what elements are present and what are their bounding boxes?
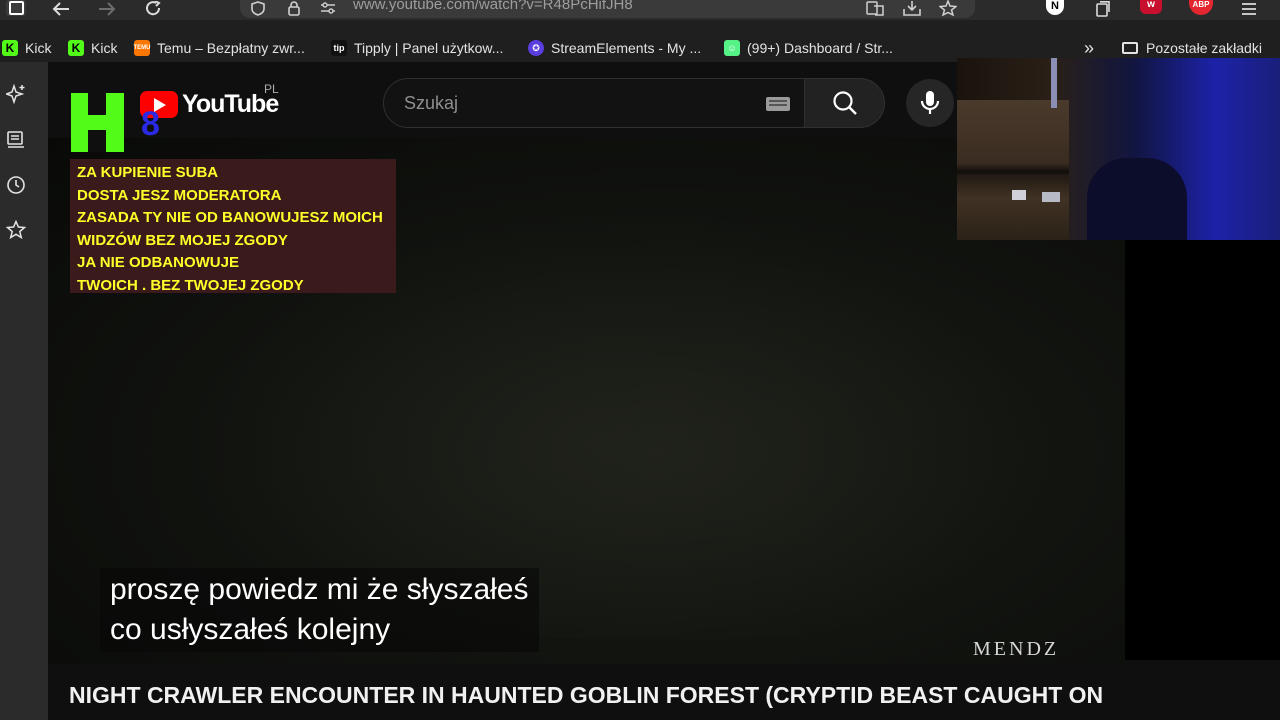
url-text[interactable]: www.youtube.com/watch?v=R48PcHifJH8 (353, 0, 633, 13)
bookmark-kick-2[interactable]: K Kick (68, 36, 117, 60)
bookmark-label: StreamElements - My ... (551, 40, 702, 56)
other-bookmarks-label: Pozostałe zakładki (1146, 40, 1262, 56)
voice-search-button[interactable] (906, 79, 954, 127)
overlay-text-line: TWOICH . BEZ TWOJEJ ZGODY (77, 276, 304, 294)
kick-logo-overlay: 8 (71, 93, 171, 155)
bookmark-tipply[interactable]: tip Tipply | Panel użytkow... (331, 36, 503, 60)
reader-icon[interactable] (6, 130, 26, 150)
reload-button[interactable] (142, 0, 164, 18)
kick-logo-icon (71, 93, 124, 152)
discord-icon: ☺ (724, 40, 740, 56)
video-watermark: MENDZ (973, 638, 1060, 660)
temu-icon: TEMU (134, 40, 151, 56)
forward-button[interactable] (96, 0, 118, 18)
search-box (383, 78, 805, 128)
shield-icon[interactable] (248, 0, 268, 16)
bookmark-label: Kick (91, 40, 118, 56)
bookmark-kick[interactable]: K Kick (2, 36, 51, 60)
country-code: PL (264, 82, 279, 96)
folder-icon (1122, 42, 1138, 54)
kick-icon: K (2, 40, 18, 56)
subtitle-line: co usłyszałeś kolejny (110, 613, 391, 646)
sidebar-toggle-button[interactable] (6, 0, 26, 16)
webcam-feed (957, 58, 1280, 240)
search-input[interactable] (404, 79, 744, 127)
browser-toolbar: www.youtube.com/watch?v=R48PcHifJH8 N w … (0, 0, 1280, 20)
keyboard-icon[interactable] (766, 97, 790, 111)
back-button[interactable] (50, 0, 72, 18)
bookmark-label: (99+) Dashboard / Str... (747, 40, 893, 56)
arrow-right-icon (99, 2, 116, 16)
bookmark-discord-dashboard[interactable]: ☺ (99+) Dashboard / Str... (724, 36, 893, 60)
webcam-chair (1087, 158, 1187, 240)
notion-extension-icon[interactable]: N (1046, 0, 1064, 15)
subtitles: proszę powiedz mi że słyszałeś co usłysz… (100, 568, 539, 652)
site-settings-icon[interactable] (318, 0, 338, 16)
overlay-dark-panel (1125, 240, 1280, 660)
webcam-lamp (1051, 58, 1057, 108)
star-icon[interactable] (938, 0, 958, 16)
tipply-icon: tip (331, 40, 347, 56)
reload-icon (146, 1, 161, 16)
tab-manager-icon[interactable] (1092, 0, 1114, 18)
subtitle-line: proszę powiedz mi że słyszałeś (110, 573, 529, 606)
webcam-shelf (957, 100, 1069, 240)
kick-icon: K (68, 40, 84, 56)
bookmarks-star-icon[interactable] (6, 220, 26, 240)
sparkle-icon[interactable] (6, 84, 26, 104)
overlay-text-line: JA NIE ODBANOWUJE (77, 254, 239, 271)
youtube-header: YouTube PL (48, 62, 958, 138)
bookmark-streamelements[interactable]: ✪ StreamElements - My ... (528, 36, 701, 60)
microphone-icon (920, 91, 940, 114)
history-icon[interactable] (6, 175, 26, 195)
search-button[interactable] (805, 78, 885, 128)
overlay-text-line: DOSTA JESZ MODERATORA (77, 186, 282, 204)
download-icon[interactable] (902, 0, 922, 16)
bookmark-label: Temu – Bezpłatny zwr... (157, 40, 305, 56)
browser-side-panel (0, 62, 48, 720)
overlay-text-line: ZASADA TY NIE OD BANOWUJESZ MOICH (77, 209, 383, 226)
video-title: NIGHT CRAWLER ENCOUNTER IN HAUNTED GOBLI… (69, 682, 1104, 708)
bookmark-temu[interactable]: TEMU Temu – Bezpłatny zwr... (134, 36, 305, 60)
menu-icon[interactable] (1238, 0, 1260, 18)
streamelements-icon: ✪ (528, 40, 544, 56)
address-bar[interactable]: www.youtube.com/watch?v=R48PcHifJH8 (240, 0, 975, 18)
translate-icon[interactable] (865, 0, 885, 16)
more-bookmarks-chevron-icon[interactable]: » (1084, 36, 1094, 60)
webcam-mug (1042, 192, 1060, 202)
bookmarks-bar: K Kick K Kick TEMU Temu – Bezpłatny zwr.… (0, 36, 1280, 60)
bookmark-label: Kick (25, 40, 52, 56)
overlay-text-line: ZA KUPIENIE SUBA (77, 164, 219, 181)
adblock-plus-icon[interactable]: ABP (1189, 0, 1213, 15)
overlay-text-line: WIDZÓW BEZ MOJEJ ZGODY (77, 231, 288, 249)
overlay-number: 8 (141, 105, 160, 143)
other-bookmarks-folder[interactable]: Pozostałe zakładki (1122, 36, 1262, 60)
webcam-mug (1012, 190, 1026, 200)
lock-icon[interactable] (284, 0, 304, 16)
search-icon (832, 91, 857, 115)
bookmark-label: Tipply | Panel użytkow... (354, 40, 504, 56)
arrow-left-icon (52, 2, 69, 16)
extension-w-icon[interactable]: w (1140, 0, 1162, 14)
moderator-rules-overlay: ZA KUPIENIE SUBA DOSTA JESZ MODERATORA Z… (70, 159, 396, 294)
